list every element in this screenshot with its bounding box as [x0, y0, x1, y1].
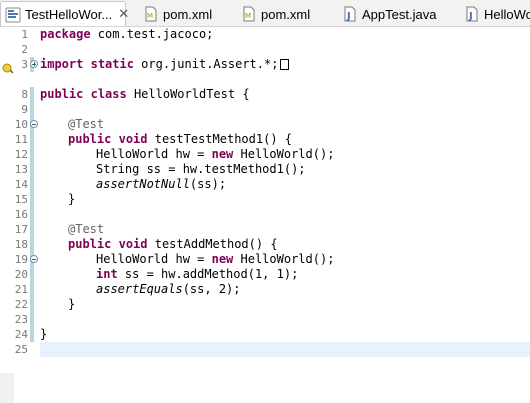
code-text: org.junit.Assert.*;	[133, 57, 279, 71]
code-line: assertNotNull(ss);	[96, 177, 226, 192]
xml-file-icon: M	[241, 6, 257, 22]
tab-helloworld[interactable]: J HelloWo	[464, 3, 530, 25]
line-number: 24	[14, 328, 28, 341]
keyword: public	[40, 87, 84, 101]
code-line: @Test	[68, 222, 104, 237]
static-method-call: assertNotNull	[96, 177, 190, 191]
svg-text:J: J	[346, 11, 351, 22]
line-number: 15	[14, 193, 28, 206]
code-line: }	[68, 297, 75, 312]
line-number: 2	[21, 43, 28, 56]
keyword: package	[40, 27, 91, 41]
code-line: public void testAddMethod() {	[68, 237, 278, 252]
tab-label: TestHelloWor...	[25, 7, 113, 22]
folded-region-icon[interactable]	[280, 59, 290, 70]
code-text: com.test.jacoco;	[90, 27, 214, 41]
code-line: public class HelloWorldTest {	[40, 87, 250, 102]
line-number: 3	[21, 58, 28, 71]
code-text: }	[68, 297, 76, 311]
tab-label: AppTest.java	[362, 6, 437, 22]
code-line: HelloWorld hw = new HelloWorld();	[96, 252, 334, 267]
line-number: 17	[14, 223, 28, 236]
keyword: public	[68, 132, 112, 146]
keyword: int	[96, 267, 118, 281]
line-number: 16	[14, 208, 28, 221]
annotation: @Test	[68, 117, 105, 131]
keyword: public	[68, 237, 112, 251]
line-number: 18	[14, 238, 28, 251]
gutter-bottom-edge	[0, 373, 14, 403]
tab-label: pom.xml	[163, 6, 213, 22]
code-text: HelloWorldTest {	[126, 87, 250, 101]
line-number: 23	[14, 313, 28, 326]
keyword: void	[118, 132, 148, 146]
editor-gutter: 1 2 3 8 9 10 11 12 13 14 15 16 17 18 19 …	[0, 27, 39, 403]
code-line: HelloWorld hw = new HelloWorld();	[96, 147, 334, 162]
code-text: HelloWorld();	[233, 147, 335, 161]
line-number: 19	[14, 253, 28, 266]
code-text: (ss, 2);	[182, 282, 241, 296]
static-method-call: assertEquals	[96, 282, 183, 296]
xml-file-icon: M	[143, 6, 159, 22]
line-number: 25	[14, 343, 28, 356]
code-text: HelloWorld();	[233, 252, 335, 266]
line-number: 9	[21, 103, 28, 116]
code-text: (ss);	[189, 177, 227, 191]
editor-tab-bar: TestHelloWor... ✕ M pom.xml M pom.xml J …	[0, 0, 530, 27]
code-text-area[interactable]: package com.test.jacoco; import static o…	[40, 27, 530, 372]
keyword: new	[211, 147, 234, 161]
svg-text:J: J	[468, 11, 473, 22]
line-number: 14	[14, 178, 28, 191]
tab-label: pom.xml	[261, 6, 311, 22]
tab-pom-xml-2[interactable]: M pom.xml	[241, 3, 310, 25]
line-number: 21	[14, 283, 28, 296]
tab-testhelloworld[interactable]: TestHelloWor... ✕	[0, 1, 129, 26]
expand-fold-icon[interactable]	[30, 60, 38, 68]
keyword: class	[90, 87, 127, 101]
code-text: }	[40, 327, 48, 341]
line-number: 8	[21, 88, 28, 101]
close-tab-icon[interactable]: ✕	[118, 7, 129, 22]
code-line: String ss = hw.testMethod1();	[96, 162, 306, 177]
collapse-fold-icon[interactable]	[30, 255, 38, 263]
line-number: 10	[14, 118, 28, 131]
code-text: ss = hw.addMethod(1, 1);	[117, 267, 299, 281]
code-line: }	[40, 327, 47, 342]
code-line: package com.test.jacoco;	[40, 27, 213, 42]
tab-label: HelloWo	[484, 6, 530, 22]
line-number: 13	[14, 163, 28, 176]
code-text: testTestMethod1() {	[147, 132, 292, 146]
svg-text:M: M	[147, 12, 153, 20]
code-line: assertEquals(ss, 2);	[96, 282, 241, 297]
code-text: HelloWorld hw =	[96, 147, 212, 161]
code-line: @Test	[68, 117, 104, 132]
code-text: String ss = hw.testMethod1();	[96, 162, 306, 176]
code-text: HelloWorld hw =	[96, 252, 212, 266]
code-line: import static org.junit.Assert.*;	[40, 57, 290, 72]
code-text: }	[68, 192, 76, 206]
tab-pom-xml-1[interactable]: M pom.xml	[143, 3, 212, 25]
line-number: 11	[14, 133, 28, 146]
java-file-icon: J	[464, 6, 480, 22]
line-number: 12	[14, 148, 28, 161]
code-line: int ss = hw.addMethod(1, 1);	[96, 267, 298, 282]
keyword: void	[118, 237, 148, 251]
collapse-fold-icon[interactable]	[30, 120, 38, 128]
line-number: 20	[14, 268, 28, 281]
line-number: 1	[21, 28, 28, 41]
line-number: 22	[14, 298, 28, 311]
code-text: testAddMethod() {	[147, 237, 278, 251]
keyword: import	[40, 57, 84, 71]
code-line: public void testTestMethod1() {	[68, 132, 292, 147]
java-file-icon: J	[342, 6, 358, 22]
code-line: }	[68, 192, 75, 207]
keyword: new	[211, 252, 234, 266]
annotation: @Test	[68, 222, 105, 236]
tab-apptest-java[interactable]: J AppTest.java	[342, 3, 436, 25]
code-editor[interactable]: 1 2 3 8 9 10 11 12 13 14 15 16 17 18 19 …	[0, 27, 530, 403]
svg-text:M: M	[245, 12, 251, 20]
java-class-icon	[5, 7, 21, 23]
keyword: static	[90, 57, 134, 71]
